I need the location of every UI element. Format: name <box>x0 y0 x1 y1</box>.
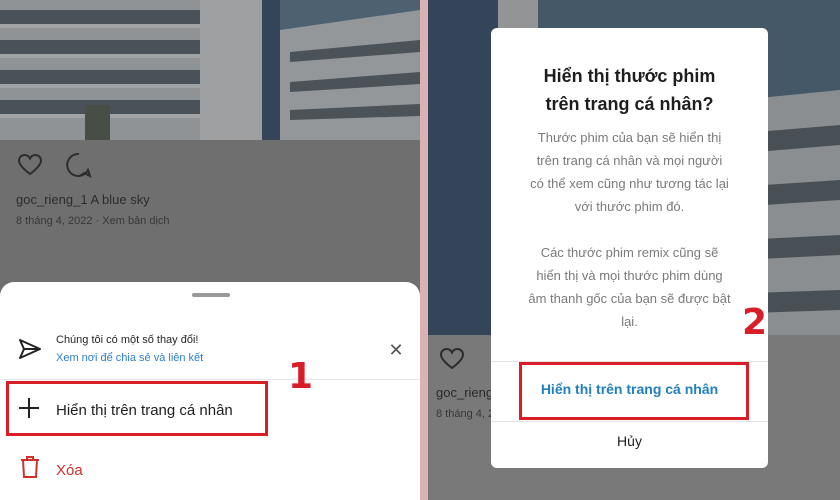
dialog-divider <box>491 421 768 422</box>
body-line: có thể xem cũng như tương tác lại <box>530 176 729 191</box>
building-image <box>0 0 420 140</box>
dialog-title-line: trên trang cá nhân? <box>545 94 714 114</box>
panel-divider <box>420 0 428 500</box>
divider <box>0 379 420 380</box>
confirm-dialog: Hiển thị thước phim trên trang cá nhân? … <box>491 28 768 468</box>
sheet-handle[interactable] <box>192 293 230 297</box>
send-icon <box>19 339 41 359</box>
delete-button[interactable]: Xóa <box>56 462 83 479</box>
post-photo <box>0 0 420 140</box>
right-screen: goc_rieng 8 tháng 4, 202 Hiển thị thước … <box>428 0 840 500</box>
left-screen: goc_rieng_1 A blue sky 8 tháng 4, 2022 ·… <box>0 0 420 500</box>
step-number-1: 1 <box>288 356 314 397</box>
body-line: Các thước phim remix cũng sẽ <box>540 245 719 260</box>
body-line: âm thanh gốc của bạn sẽ được bật <box>528 291 731 306</box>
body-line: lại. <box>621 314 638 329</box>
body-line <box>511 218 748 241</box>
plus-icon[interactable] <box>18 397 40 419</box>
body-line: trên trang cá nhân và mọi người <box>536 153 723 168</box>
notice-title: Chúng tôi có một số thay đổi! <box>56 334 199 346</box>
notice-link[interactable]: Xem nơi để chia sẻ và liên kết <box>56 352 203 364</box>
dialog-body: Thước phim của bạn sẽ hiển thị trên tran… <box>511 126 748 333</box>
show-on-profile-confirm-button[interactable]: Hiển thị trên trang cá nhân <box>491 381 768 397</box>
trash-icon[interactable] <box>20 455 40 479</box>
show-on-profile-button[interactable]: Hiển thị trên trang cá nhân <box>56 402 233 419</box>
cancel-button[interactable]: Hủy <box>491 433 768 449</box>
body-line: Thước phim của bạn sẽ hiển thị <box>537 130 722 145</box>
body-line: hiển thị và mọi thước phim dùng <box>536 268 723 283</box>
close-icon[interactable]: ✕ <box>388 341 404 359</box>
bottom-sheet: Chúng tôi có một số thay đổi! Xem nơi để… <box>0 282 420 500</box>
dialog-title: Hiển thị thước phim trên trang cá nhân? <box>491 62 768 118</box>
step-number-2: 2 <box>742 302 768 343</box>
body-line: với thước phim đó. <box>574 199 685 214</box>
dialog-title-line: Hiển thị thước phim <box>543 66 716 86</box>
